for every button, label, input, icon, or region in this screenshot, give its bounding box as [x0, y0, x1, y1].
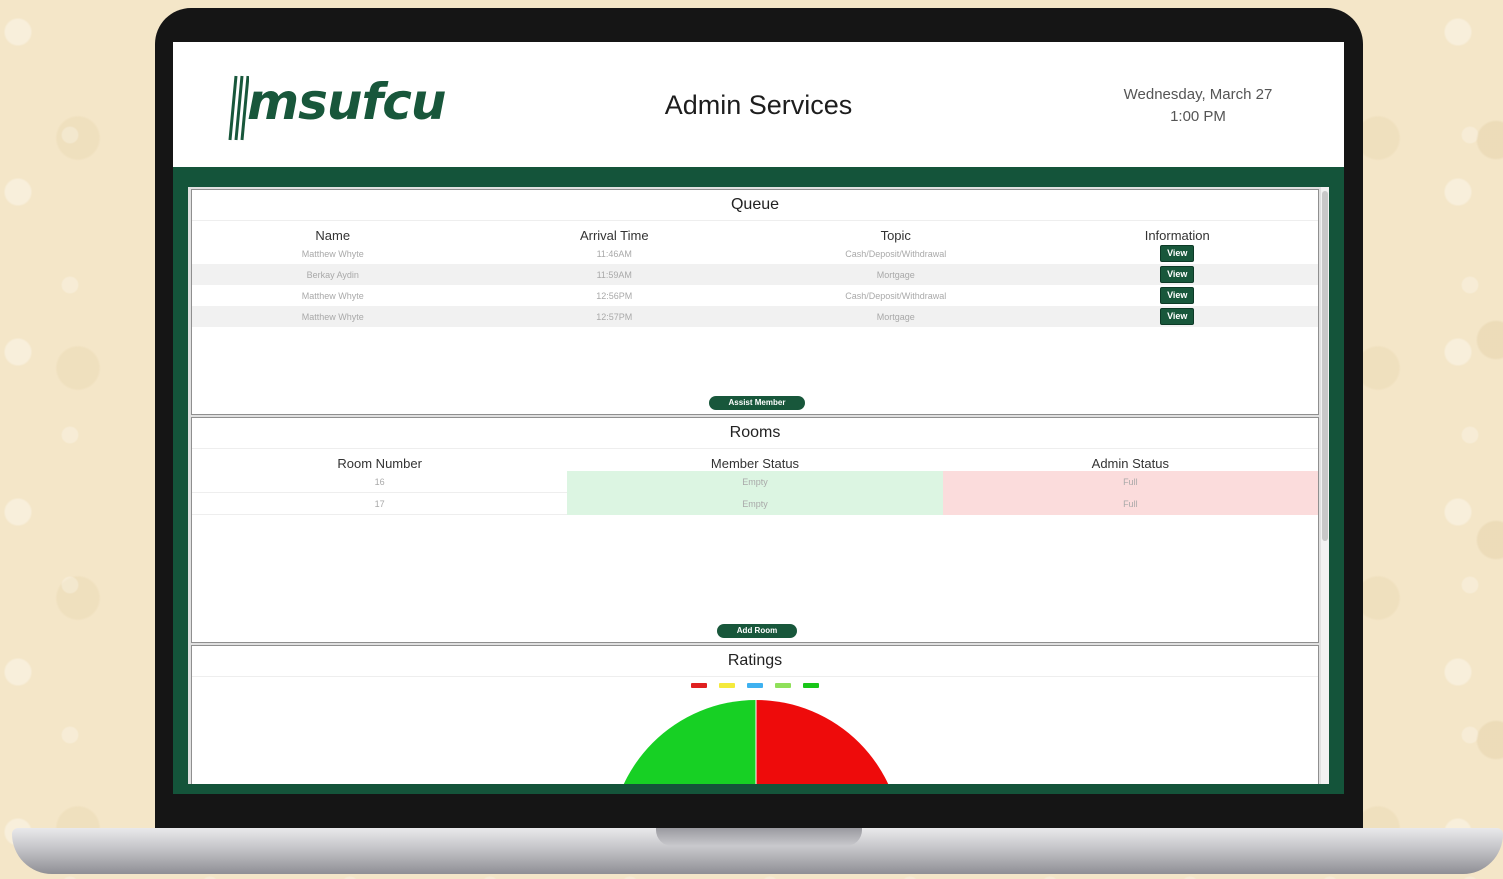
queue-topic: Mortgage: [755, 306, 1037, 327]
member-status: Empty: [567, 471, 943, 493]
ratings-legend: [192, 683, 1318, 688]
queue-arrival: 11:59AM: [473, 264, 755, 285]
ratings-title: Ratings: [192, 646, 1318, 677]
queue-col-topic: Topic: [880, 228, 911, 243]
queue-arrival: 12:56PM: [596, 290, 633, 301]
rooms-col-room-number: Room Number: [337, 456, 422, 471]
legend-swatch-1[interactable]: [691, 683, 707, 688]
room-number: 16: [192, 471, 568, 493]
queue-name: Matthew Whyte: [301, 248, 364, 259]
queue-topic: Cash/Deposit/Withdrawal: [845, 248, 947, 259]
legend-swatch-5[interactable]: [803, 683, 819, 688]
admin-status: Full: [942, 471, 1318, 493]
app-header: msufcu Admin Services Wednesday, March 2…: [173, 42, 1344, 167]
queue-name: Berkay Aydin: [192, 264, 474, 285]
room-row: 17 Empty Full: [192, 492, 1318, 515]
rooms-title: Rooms: [192, 418, 1318, 449]
current-time: 1:00 PM: [1170, 108, 1226, 125]
view-button[interactable]: View: [1160, 245, 1195, 262]
queue-title: Queue: [192, 190, 1318, 221]
queue-row: Matthew Whyte 12:56PM Cash/Deposit/Withd…: [192, 285, 1318, 306]
pie-slice-green[interactable]: [610, 700, 756, 784]
view-button[interactable]: View: [1160, 266, 1195, 283]
queue-row: Berkay Aydin 11:59AM Mortgage View: [192, 264, 1318, 285]
content-scrollbar[interactable]: [1321, 187, 1329, 784]
scrollbar-thumb[interactable]: [1322, 191, 1328, 541]
laptop-notch: [656, 828, 862, 846]
legend-swatch-4[interactable]: [775, 683, 791, 688]
current-date: Wednesday, March 27: [1123, 86, 1273, 103]
legend-swatch-3[interactable]: [747, 683, 763, 688]
ratings-pie-chart: [610, 700, 902, 784]
pie-slice-red[interactable]: [756, 700, 902, 784]
app-screen: msufcu Admin Services Wednesday, March 2…: [173, 42, 1344, 794]
queue-table: Name Arrival Time Topic Information Matt…: [192, 221, 1318, 327]
member-status: Empty: [567, 492, 943, 515]
queue-col-information: Information: [1144, 228, 1210, 243]
queue-col-arrival: Arrival Time: [579, 228, 649, 243]
rooms-col-admin-status: Admin Status: [1091, 456, 1169, 471]
dashboard-content: Queue Name Arrival Time Topic Informatio…: [188, 187, 1329, 784]
queue-topic: Mortgage: [755, 264, 1037, 285]
current-datetime: Wednesday, March 27 1:00 PM: [1113, 84, 1283, 128]
queue-header-row: Name Arrival Time Topic Information: [192, 221, 1318, 243]
legend-swatch-2[interactable]: [719, 683, 735, 688]
view-button[interactable]: View: [1160, 287, 1195, 304]
queue-arrival: 11:46AM: [596, 248, 632, 259]
queue-row: Matthew Whyte 11:46AM Cash/Deposit/Withd…: [192, 243, 1318, 264]
queue-name: Matthew Whyte: [192, 306, 474, 327]
queue-arrival: 12:57PM: [473, 306, 755, 327]
admin-status: Full: [942, 492, 1318, 515]
room-row: 16 Empty Full: [192, 471, 1318, 493]
room-number: 17: [192, 492, 568, 515]
rooms-col-member-status: Member Status: [710, 456, 800, 471]
add-room-button[interactable]: Add Room: [717, 624, 797, 638]
ratings-panel: Ratings: [191, 645, 1319, 784]
view-button[interactable]: View: [1160, 308, 1195, 325]
queue-row: Matthew Whyte 12:57PM Mortgage View: [192, 306, 1318, 327]
queue-col-name: Name: [315, 228, 351, 243]
rooms-header-row: Room Number Member Status Admin Status: [192, 449, 1318, 471]
queue-panel: Queue Name Arrival Time Topic Informatio…: [191, 189, 1319, 415]
rooms-table: Room Number Member Status Admin Status 1…: [192, 449, 1318, 515]
queue-topic: Cash/Deposit/Withdrawal: [845, 290, 947, 301]
queue-name: Matthew Whyte: [301, 290, 364, 301]
assist-member-button[interactable]: Assist Member: [709, 396, 805, 410]
rooms-panel: Rooms Room Number Member Status Admin St…: [191, 417, 1319, 643]
